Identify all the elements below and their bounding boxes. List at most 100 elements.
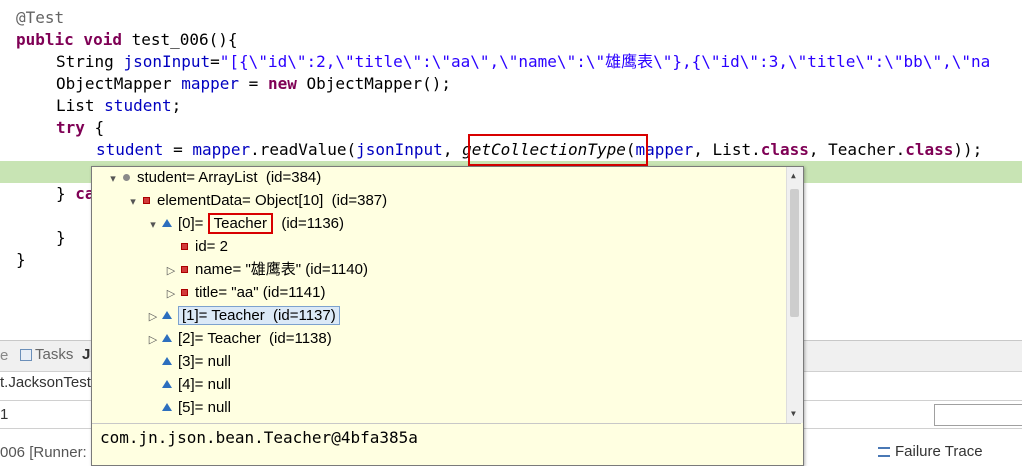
variable: jsonInput	[123, 52, 211, 71]
tree-row-label: student= ArrayList (id=384)	[137, 169, 322, 186]
code-text: ));	[953, 140, 983, 159]
keyword: try	[56, 118, 85, 137]
code-text: .readValue(	[250, 140, 357, 159]
keyword: public void	[16, 30, 122, 49]
code-text: ObjectMapper	[56, 74, 182, 93]
collapsed-arrow-icon[interactable]: ▷	[164, 283, 178, 305]
code-line-catch: } ca	[56, 183, 95, 205]
runs-value: 1	[0, 406, 9, 423]
tree-row[interactable]: [3]= null	[146, 351, 231, 373]
code-line-close-brace: }	[56, 228, 66, 247]
failure-trace-icon	[878, 447, 890, 458]
code-line-try: try {	[56, 117, 104, 139]
code-text: }	[56, 184, 76, 203]
tree-row-label: id= 2	[195, 238, 228, 255]
field-icon	[181, 242, 188, 250]
code-text: ,	[442, 140, 463, 159]
tree-row-label: elementData= Object[10] (id=387)	[157, 192, 388, 209]
tree-row[interactable]: ▾ [0]= Teacher (id=1136)	[146, 213, 344, 235]
tree-row[interactable]: id= 2	[164, 236, 228, 258]
tree-row-label: [3]= null	[178, 353, 231, 370]
code-line-student-decl: List student;	[56, 95, 181, 117]
popup-scrollbar[interactable]: ▲ ▼	[786, 167, 803, 423]
tree-row[interactable]: ▷ name= "雄鹰表" (id=1140)	[164, 259, 368, 281]
array-element-icon	[162, 380, 172, 389]
code-text: String	[56, 52, 124, 71]
tree-row[interactable]: ▷ [1]= Teacher (id=1137)	[146, 305, 340, 327]
local-variable-icon	[123, 173, 130, 181]
code-text: List	[56, 96, 105, 115]
tree-row[interactable]: ▷ title= "aa" (id=1141)	[164, 282, 326, 305]
variable: student	[104, 96, 172, 115]
scroll-up-icon[interactable]: ▲	[791, 171, 796, 180]
highlight-box-teacher: Teacher	[207, 213, 273, 234]
expanded-arrow-icon[interactable]: ▾	[106, 168, 120, 190]
collapsed-arrow-icon[interactable]: ▷	[146, 306, 160, 328]
field-icon	[181, 288, 188, 296]
tasks-icon	[20, 349, 32, 362]
code-line-close-brace: }	[16, 250, 26, 269]
field-icon	[181, 265, 188, 273]
tab-junit[interactable]: J	[82, 346, 90, 363]
debug-inspect-popup[interactable]: ▾ student= ArrayList (id=384) ▾ elementData…	[91, 166, 804, 466]
failure-trace-header: Failure Trace	[878, 443, 983, 460]
filter-input[interactable]	[934, 404, 1022, 426]
tab-tasks[interactable]: Tasks	[20, 346, 73, 363]
test-run-label[interactable]: 006 [Runner:	[0, 444, 87, 461]
code-line-annotation: @Test	[16, 8, 65, 27]
failure-trace-label: Failure Trace	[895, 443, 983, 460]
variable-tree[interactable]: ▾ student= ArrayList (id=384) ▾ elementData…	[92, 167, 787, 423]
expanded-arrow-icon[interactable]: ▾	[146, 214, 160, 236]
tab-partial-icon: e	[0, 347, 9, 364]
code-text: =	[239, 74, 268, 93]
tree-row-label: [0]= Teacher (id=1136)	[178, 213, 344, 234]
tree-row-label: [1]= Teacher (id=1137)	[178, 306, 340, 325]
tab-tasks-label: Tasks	[35, 346, 74, 363]
detail-pane[interactable]: com.jn.json.bean.Teacher@4bfa385a	[92, 423, 801, 464]
tree-row[interactable]: ▾ elementData= Object[10] (id=387)	[126, 190, 387, 212]
array-element-icon	[162, 357, 172, 366]
code-line-mapper: ObjectMapper mapper = new ObjectMapper()…	[56, 73, 451, 95]
field-icon	[143, 196, 150, 204]
variable: jsonInput	[356, 140, 443, 159]
code-line-json-input: String jsonInput="[{\"id\":2,\"title\":\…	[56, 51, 990, 73]
variable: student	[96, 140, 164, 159]
code-text: =	[163, 140, 193, 159]
expanded-arrow-icon[interactable]: ▾	[126, 191, 140, 213]
string-literal: "[{\"id\":2,\"title\":\"aa\",\"name\":\"…	[219, 52, 991, 71]
array-element-icon	[162, 311, 172, 320]
runner-class-label: t.JacksonTest	[0, 374, 91, 391]
tree-row-label: [2]= Teacher (id=1138)	[178, 330, 332, 347]
tree-row[interactable]: ▾ student= ArrayList (id=384)	[106, 167, 321, 189]
keyword: class	[760, 140, 809, 159]
tree-row[interactable]: ▷ [2]= Teacher (id=1138)	[146, 328, 332, 350]
code-text: ;	[171, 96, 182, 115]
code-text: =	[210, 52, 220, 71]
tree-row-prefix: [0]=	[178, 215, 208, 232]
keyword: class	[905, 140, 954, 159]
variable: mapper	[192, 140, 251, 159]
tree-row-label: [5]= null	[178, 399, 231, 416]
collapsed-arrow-icon[interactable]: ▷	[146, 329, 160, 351]
tree-row-suffix: (id=1136)	[272, 215, 344, 232]
code-text: , List.	[693, 140, 761, 159]
tree-row[interactable]: [5]= null	[146, 397, 231, 419]
tree-row-label: name= "雄鹰表" (id=1140)	[195, 261, 368, 278]
code-text: {	[84, 118, 105, 137]
array-element-icon	[162, 334, 172, 343]
code-text: , Teacher.	[808, 140, 906, 159]
tree-row-label: title= "aa" (id=1141)	[195, 284, 326, 301]
array-element-icon	[162, 219, 172, 228]
variable: mapper	[181, 74, 240, 93]
scroll-thumb[interactable]	[790, 189, 799, 317]
tree-row[interactable]: [4]= null	[146, 374, 231, 396]
highlight-box-method	[468, 134, 648, 166]
code-text: test_006(){	[121, 30, 238, 49]
keyword: new	[267, 74, 297, 93]
code-line-method-signature: public void test_006(){	[16, 29, 238, 51]
collapsed-arrow-icon[interactable]: ▷	[164, 260, 178, 282]
tree-row-label: [4]= null	[178, 376, 231, 393]
code-text: ObjectMapper();	[296, 74, 451, 93]
array-element-icon	[162, 403, 172, 412]
scroll-down-icon[interactable]: ▼	[791, 409, 796, 418]
